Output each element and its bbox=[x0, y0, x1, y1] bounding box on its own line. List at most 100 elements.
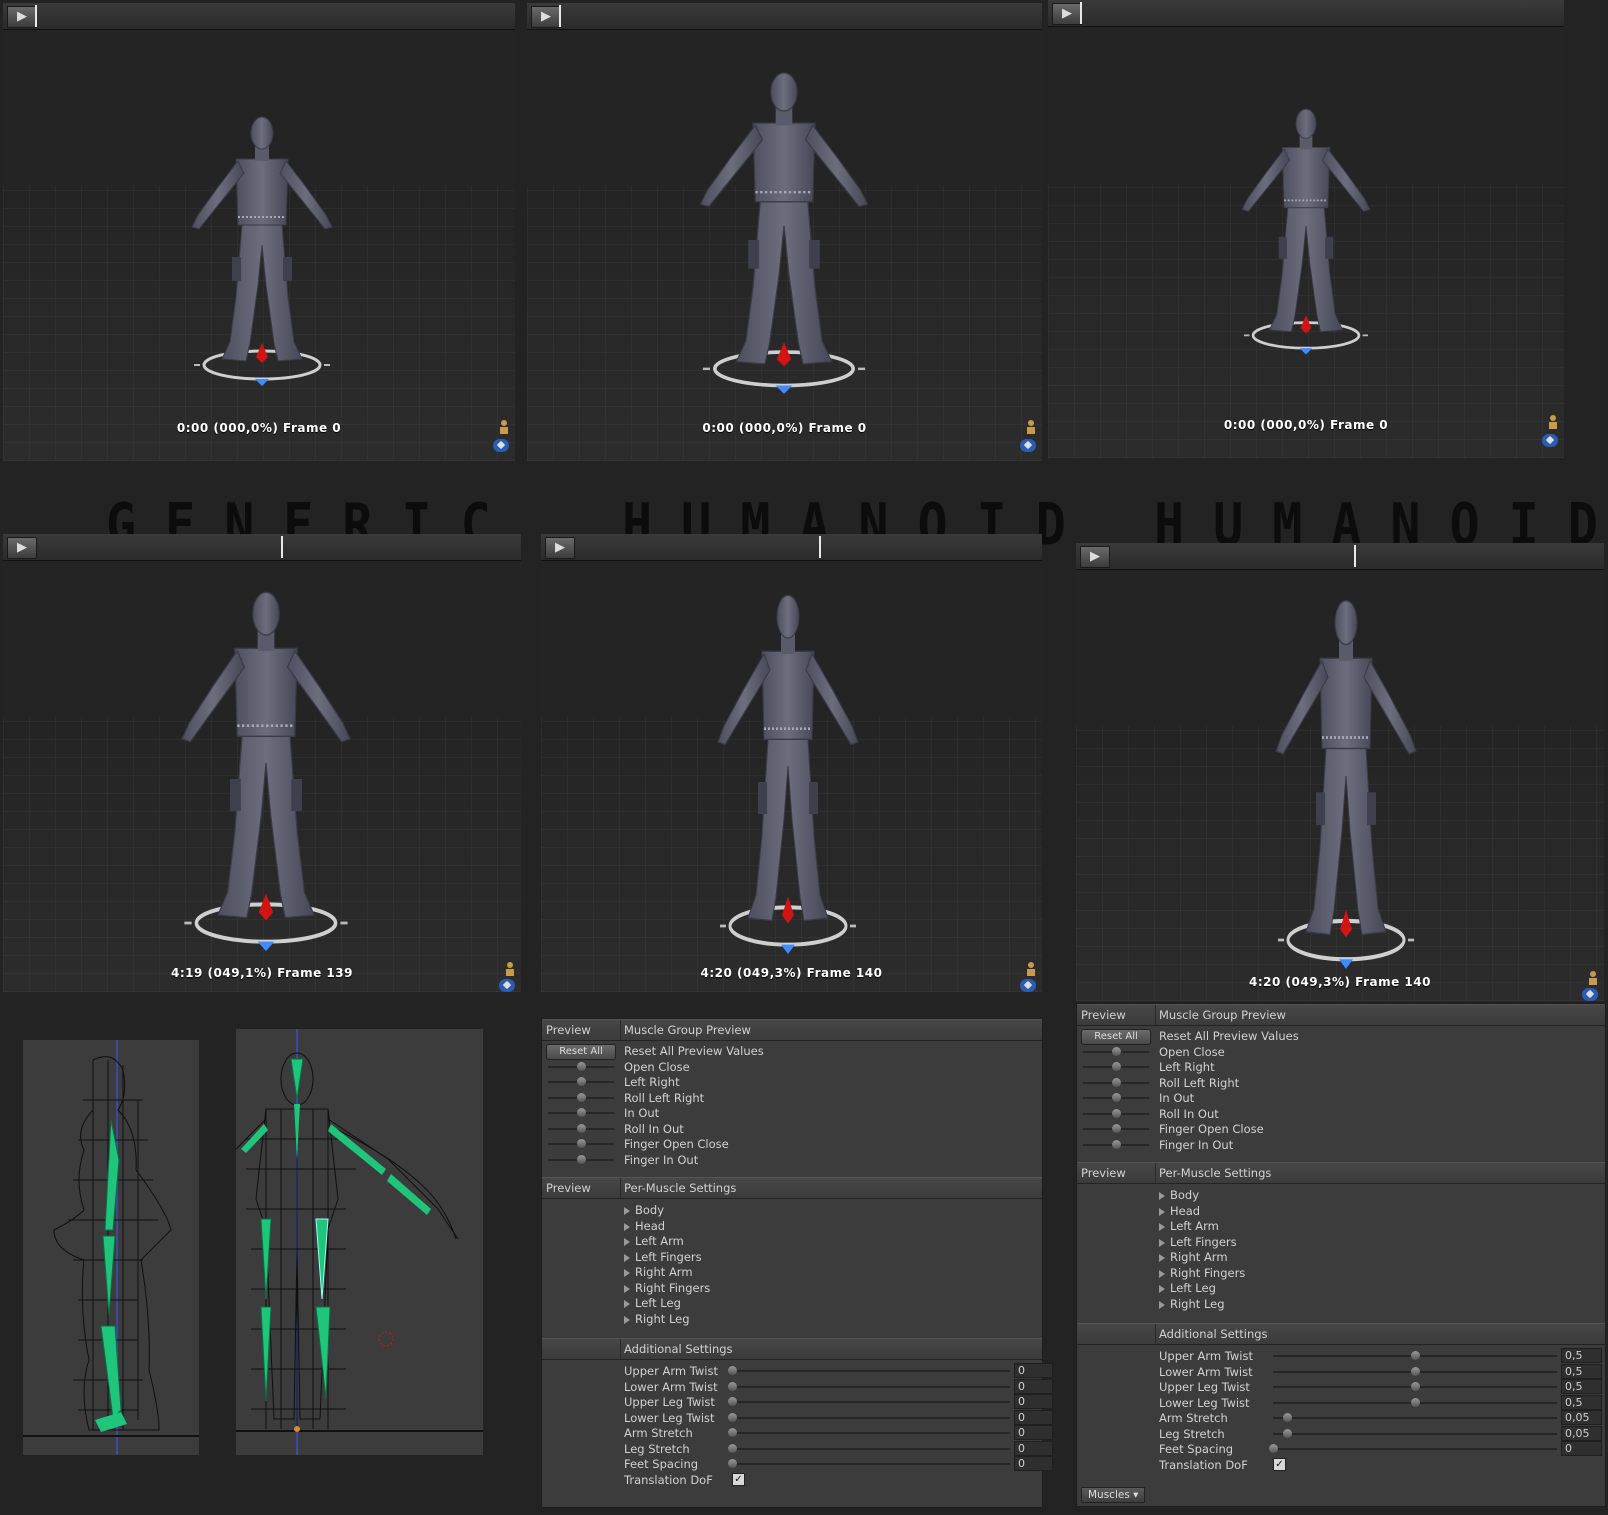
preview-slider[interactable] bbox=[1083, 1124, 1149, 1133]
foldout-arrow-icon[interactable] bbox=[624, 1253, 630, 1262]
slider-knob[interactable] bbox=[728, 1412, 737, 1422]
slider-knob[interactable] bbox=[1411, 1351, 1420, 1360]
play-button[interactable]: ▶ bbox=[1080, 546, 1110, 568]
foldout-arrow-icon[interactable] bbox=[1159, 1207, 1165, 1216]
slider-knob[interactable] bbox=[1269, 1444, 1278, 1453]
setting-slider[interactable] bbox=[1273, 1428, 1557, 1438]
per-muscle-foldout[interactable]: Left Arm bbox=[1077, 1218, 1605, 1234]
setting-value-field[interactable]: 0 bbox=[1014, 1425, 1053, 1440]
foldout-arrow-icon[interactable] bbox=[1159, 1269, 1165, 1278]
avatar-pivot-icon[interactable] bbox=[1546, 414, 1560, 430]
foldout-arrow-icon[interactable] bbox=[1159, 1223, 1165, 1231]
scrub-marker[interactable] bbox=[819, 536, 821, 558]
timeline-bar[interactable]: ▶ bbox=[3, 534, 521, 561]
foldout-arrow-icon[interactable] bbox=[624, 1315, 630, 1324]
setting-value-field[interactable]: 0 bbox=[1014, 1394, 1053, 1409]
scrub-marker[interactable] bbox=[1080, 2, 1082, 24]
preview-slider[interactable] bbox=[1083, 1139, 1149, 1149]
tag-icon[interactable] bbox=[1020, 979, 1036, 992]
foldout-label[interactable]: Left Fingers bbox=[1159, 1235, 1237, 1249]
per-muscle-foldout[interactable]: Right Arm bbox=[542, 1264, 1042, 1280]
setting-value-field[interactable]: 0 bbox=[1014, 1409, 1053, 1425]
slider-knob[interactable] bbox=[728, 1381, 737, 1391]
slider-knob[interactable] bbox=[728, 1397, 737, 1406]
slider-knob[interactable] bbox=[577, 1139, 586, 1148]
setting-slider[interactable] bbox=[728, 1366, 1010, 1375]
per-muscle-foldout[interactable]: Head bbox=[1077, 1203, 1605, 1219]
timeline-bar[interactable]: ▶ bbox=[1076, 543, 1604, 570]
foldout-arrow-icon[interactable] bbox=[1159, 1238, 1165, 1247]
foldout-arrow-icon[interactable] bbox=[624, 1300, 630, 1308]
slider-knob[interactable] bbox=[1112, 1062, 1121, 1071]
preview-slider[interactable] bbox=[548, 1123, 614, 1133]
per-muscle-foldout[interactable]: Right Arm bbox=[1077, 1249, 1605, 1265]
viewport-generic-top[interactable]: ▶ 0:00 (000,0%) Frame 0 bbox=[3, 3, 515, 461]
per-muscle-foldout[interactable]: Right Fingers bbox=[542, 1280, 1042, 1296]
viewport-humanoid-bottom-2[interactable]: ▶ 4:20 (049,3%) Frame 140 bbox=[1076, 543, 1604, 1001]
foldout-label[interactable]: Left Arm bbox=[1159, 1219, 1219, 1233]
tag-icon[interactable] bbox=[1582, 988, 1598, 1001]
foldout-label[interactable]: Body bbox=[624, 1203, 664, 1217]
slider-knob[interactable] bbox=[1112, 1093, 1121, 1102]
setting-slider[interactable] bbox=[1273, 1366, 1557, 1376]
foldout-arrow-icon[interactable] bbox=[1159, 1254, 1165, 1262]
per-muscle-foldout[interactable]: Left Arm bbox=[542, 1233, 1042, 1249]
per-muscle-foldout[interactable]: Right Fingers bbox=[1077, 1265, 1605, 1281]
setting-value-field[interactable]: 0,05 bbox=[1561, 1410, 1602, 1425]
play-button[interactable]: ▶ bbox=[531, 6, 561, 28]
slider-knob[interactable] bbox=[577, 1108, 586, 1117]
setting-slider[interactable] bbox=[1273, 1397, 1557, 1407]
foldout-label[interactable]: Right Leg bbox=[1159, 1297, 1225, 1311]
foldout-label[interactable]: Right Fingers bbox=[624, 1281, 710, 1295]
per-muscle-foldout[interactable]: Body bbox=[1077, 1187, 1605, 1203]
slider-knob[interactable] bbox=[1112, 1077, 1121, 1087]
slider-knob[interactable] bbox=[728, 1459, 737, 1468]
setting-slider[interactable] bbox=[1273, 1382, 1557, 1391]
per-muscle-foldout[interactable]: Left Fingers bbox=[542, 1249, 1042, 1265]
slider-knob[interactable] bbox=[1112, 1046, 1121, 1056]
play-button[interactable]: ▶ bbox=[7, 6, 37, 28]
preview-slider[interactable] bbox=[548, 1092, 614, 1102]
foldout-label[interactable]: Left Arm bbox=[624, 1234, 684, 1248]
per-muscle-foldout[interactable]: Right Leg bbox=[542, 1311, 1042, 1327]
setting-slider[interactable] bbox=[728, 1443, 1010, 1453]
foldout-label[interactable]: Right Leg bbox=[624, 1312, 690, 1326]
viewport-humanoid-bottom[interactable]: ▶ 4:20 (049,3%) Frame 140 bbox=[541, 534, 1042, 992]
timeline-bar[interactable]: ▶ bbox=[527, 3, 1042, 30]
setting-value-field[interactable]: 0 bbox=[1014, 1378, 1053, 1394]
viewport-humanoid-top-2[interactable]: ▶ 0:00 (000,0%) Frame 0 bbox=[1048, 0, 1564, 458]
scrub-marker[interactable] bbox=[281, 536, 283, 558]
per-muscle-foldout[interactable]: Left Leg bbox=[1077, 1280, 1605, 1296]
setting-value-field[interactable]: 0,5 bbox=[1561, 1394, 1602, 1410]
slider-knob[interactable] bbox=[1411, 1382, 1420, 1391]
setting-value-field[interactable]: 0,5 bbox=[1561, 1379, 1602, 1394]
preview-slider[interactable] bbox=[1083, 1062, 1149, 1071]
slider-knob[interactable] bbox=[1283, 1428, 1293, 1438]
preview-slider[interactable] bbox=[548, 1108, 614, 1117]
preview-slider[interactable] bbox=[1083, 1046, 1149, 1056]
tag-icon[interactable] bbox=[1020, 439, 1036, 452]
setting-slider[interactable] bbox=[1273, 1351, 1557, 1360]
preview-slider[interactable] bbox=[548, 1154, 614, 1164]
slider-knob[interactable] bbox=[577, 1154, 586, 1164]
slider-knob[interactable] bbox=[728, 1428, 737, 1437]
foldout-arrow-icon[interactable] bbox=[1159, 1285, 1165, 1293]
avatar-pivot-icon[interactable] bbox=[1024, 419, 1038, 435]
per-muscle-foldout[interactable]: Right Leg bbox=[1077, 1296, 1605, 1312]
setting-slider[interactable] bbox=[728, 1381, 1010, 1391]
slider-knob[interactable] bbox=[1112, 1124, 1121, 1133]
per-muscle-foldout[interactable]: Left Fingers bbox=[1077, 1234, 1605, 1250]
translation-dof-checkbox[interactable]: ✓ bbox=[732, 1472, 745, 1486]
slider-knob[interactable] bbox=[577, 1092, 586, 1102]
foldout-label[interactable]: Left Leg bbox=[1159, 1281, 1216, 1295]
preview-slider[interactable] bbox=[1083, 1108, 1149, 1118]
setting-value-field[interactable]: 0,5 bbox=[1561, 1348, 1602, 1363]
slider-knob[interactable] bbox=[577, 1061, 586, 1071]
play-button[interactable]: ▶ bbox=[545, 537, 575, 559]
setting-slider[interactable] bbox=[728, 1459, 1010, 1468]
muscles-dropdown-tab[interactable]: Muscles ▾ bbox=[1081, 1487, 1146, 1503]
scrub-marker[interactable] bbox=[35, 5, 37, 27]
foldout-label[interactable]: Left Fingers bbox=[624, 1250, 702, 1264]
slider-knob[interactable] bbox=[577, 1077, 586, 1086]
setting-slider[interactable] bbox=[728, 1397, 1010, 1406]
